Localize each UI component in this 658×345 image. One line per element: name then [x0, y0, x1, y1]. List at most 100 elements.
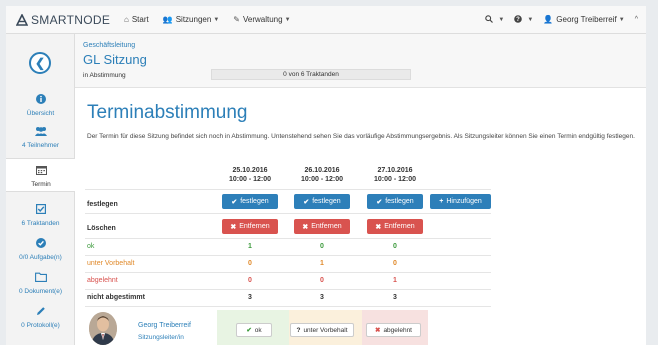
- button-label: unter Vorbehalt: [303, 326, 348, 334]
- row-divider: [85, 213, 491, 214]
- date-column-header: 27.10.2016 10:00 - 12:00: [360, 166, 430, 184]
- sidebar-item-label: 0/0 Aufgabe(n): [19, 254, 62, 261]
- chevron-down-icon: ▼: [618, 16, 625, 23]
- status-text: in Abstimmung: [83, 72, 126, 79]
- remove-date-button[interactable]: ✖ Entfernen: [222, 219, 278, 234]
- sidebar: ❮ Übersicht 4 Teilnehmer Termin 6 Trakta…: [6, 34, 76, 345]
- more-menu[interactable]: ^: [635, 16, 638, 23]
- avatar: [89, 312, 117, 345]
- button-label: festlegen: [240, 198, 269, 205]
- vote-ok-button[interactable]: ✔ ok: [236, 323, 272, 337]
- vote-declined-button[interactable]: ✖ abgelehnt: [366, 323, 421, 337]
- chevron-down-icon: ▼: [498, 16, 505, 23]
- search-icon: [485, 14, 494, 25]
- users-icon: 👥: [162, 15, 173, 24]
- help-dropdown[interactable]: ? ▼: [514, 14, 534, 25]
- date-column-header: 26.10.2016 10:00 - 12:00: [287, 166, 357, 184]
- close-icon: ✖: [375, 223, 382, 231]
- button-label: Entfernen: [239, 223, 270, 230]
- nav-sitzungen[interactable]: 👥 Sitzungen ▼: [163, 15, 220, 24]
- festlegen-row-label: festlegen: [87, 201, 118, 208]
- home-icon: ⌂: [124, 15, 129, 24]
- sidebar-item-overview[interactable]: Übersicht: [6, 94, 75, 117]
- time-label: 10:00 - 12:00: [373, 176, 417, 183]
- date-label: 27.10.2016: [377, 167, 413, 174]
- pencil-icon: [6, 306, 75, 319]
- result-row-label: ok: [87, 243, 95, 250]
- result-count: 0: [248, 277, 252, 284]
- sidebar-item-participants[interactable]: 4 Teilnehmer: [6, 126, 75, 149]
- remove-date-button[interactable]: ✖ Entfernen: [367, 219, 423, 234]
- sidebar-item-dokumente[interactable]: 0 Dokument(e): [6, 272, 75, 295]
- vote-conditional-button[interactable]: ? unter Vorbehalt: [290, 323, 354, 337]
- search-dropdown[interactable]: ▼: [485, 14, 505, 25]
- sidebar-item-label: Übersicht: [26, 110, 55, 117]
- nav-verwaltung[interactable]: ✎ Verwaltung ▼: [233, 15, 290, 24]
- user-icon: 👤: [543, 15, 554, 24]
- sidebar-item-label: 6 Traktanden: [21, 220, 60, 227]
- result-count: 0: [320, 243, 324, 250]
- question-icon: ?: [296, 326, 301, 334]
- nav-sitzungen-label: Sitzungen: [175, 15, 212, 24]
- festlegen-button[interactable]: ✔ festlegen: [222, 194, 278, 209]
- remove-date-button[interactable]: ✖ Entfernen: [294, 219, 350, 234]
- user-menu[interactable]: 👤 Georg Treiberreif ▼: [543, 15, 624, 24]
- brand-name: SMARTNODE: [31, 12, 111, 27]
- svg-text:?: ?: [517, 17, 521, 23]
- sidebar-item-protokolle[interactable]: 0 Protokoll(e): [6, 306, 75, 329]
- chevron-down-icon: ▼: [527, 16, 534, 23]
- sidebar-item-label: 0 Dokument(e): [19, 288, 62, 295]
- nav-start-label: Start: [131, 15, 149, 24]
- page-title: GL Sitzung: [83, 52, 147, 67]
- brand-logo[interactable]: SMARTNODE: [6, 13, 124, 27]
- sidebar-item-aufgaben[interactable]: 0/0 Aufgabe(n): [6, 238, 75, 261]
- breadcrumb-group[interactable]: Geschäftsleitung: [83, 42, 135, 49]
- back-button[interactable]: ❮: [29, 52, 51, 74]
- chevron-left-icon: ❮: [34, 56, 46, 70]
- progress-label: 0 von 6 Traktanden: [283, 71, 339, 78]
- festlegen-button[interactable]: ✔ festlegen: [294, 194, 350, 209]
- time-label: 10:00 - 12:00: [228, 176, 272, 183]
- section-description: Der Termin für diese Sitzung befindet si…: [87, 133, 635, 140]
- result-count: 1: [393, 277, 397, 284]
- row-divider: [85, 189, 491, 190]
- loeschen-row-label: Löschen: [87, 225, 116, 232]
- check-icon: ✔: [376, 198, 383, 206]
- result-count: 0: [248, 260, 252, 267]
- close-icon: ✖: [374, 327, 381, 334]
- sidebar-item-termin[interactable]: Termin: [6, 158, 76, 192]
- row-divider: [85, 238, 491, 239]
- row-divider: [85, 255, 491, 256]
- check-icon: ✔: [231, 198, 238, 206]
- voter-role: Sitzungsleiter/in: [138, 334, 184, 341]
- check-icon: ✔: [246, 327, 252, 334]
- festlegen-button[interactable]: ✔ festlegen: [367, 194, 423, 209]
- voter-name[interactable]: Georg Treiberreif: [138, 322, 191, 329]
- nav-start[interactable]: ⌂ Start: [124, 15, 149, 24]
- sidebar-item-label: 4 Teilnehmer: [21, 142, 60, 149]
- chevron-down-icon: ▼: [213, 16, 220, 23]
- sidebar-item-label: Termin: [31, 181, 51, 188]
- button-label: Entfernen: [311, 223, 342, 230]
- close-icon: ✖: [302, 223, 309, 231]
- row-divider: [85, 289, 491, 290]
- help-icon: ?: [514, 14, 523, 25]
- plus-icon: +: [439, 198, 444, 205]
- date-label: 25.10.2016: [232, 167, 268, 174]
- sidebar-item-traktanden[interactable]: 6 Traktanden: [6, 204, 75, 227]
- date-column-header: 25.10.2016 10:00 - 12:00: [215, 166, 285, 184]
- result-count: 3: [320, 294, 324, 301]
- meeting-header: Geschäftsleitung GL Sitzung in Abstimmun…: [75, 34, 646, 88]
- result-count: 0: [320, 277, 324, 284]
- button-label: abgelehnt: [383, 326, 412, 334]
- smartnode-logo-icon: [15, 12, 29, 26]
- result-count: 3: [248, 294, 252, 301]
- chevron-up-icon: ^: [634, 16, 638, 23]
- check-icon: ✔: [303, 198, 310, 206]
- user-name-label: Georg Treiberreif: [556, 15, 617, 24]
- chevron-down-icon: ▼: [284, 16, 291, 23]
- add-date-button[interactable]: + Hinzufügen: [430, 194, 491, 209]
- sidebar-item-label: 0 Protokoll(e): [21, 322, 60, 329]
- result-count: 0: [393, 243, 397, 250]
- progress-bar: 0 von 6 Traktanden: [211, 69, 411, 80]
